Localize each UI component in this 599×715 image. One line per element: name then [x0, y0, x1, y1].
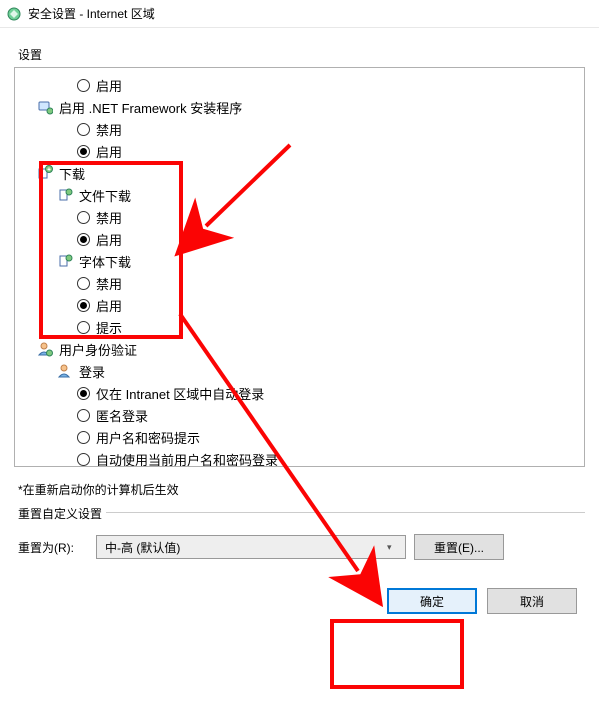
cancel-button[interactable]: 取消 — [487, 588, 577, 614]
reset-label: 重置为(R): — [18, 539, 88, 556]
radio-icon — [77, 299, 90, 312]
tree-cat-auth[interactable]: 用户身份验证 — [19, 338, 580, 360]
annotation-box-ok — [330, 619, 464, 689]
dialog-buttons: 确定 取消 — [14, 570, 585, 618]
file-download-icon — [57, 187, 73, 203]
tree-subcat-font-download[interactable]: 字体下载 — [19, 250, 580, 272]
tree-radio-login-anon[interactable]: 匿名登录 — [19, 404, 580, 426]
tree-cat-netframework[interactable]: 启用 .NET Framework 安装程序 — [19, 96, 580, 118]
radio-icon — [77, 431, 90, 444]
tree-radio-nf-disable[interactable]: 禁用 — [19, 118, 580, 140]
tree-radio-enable-top[interactable]: 启用 — [19, 74, 580, 96]
restart-note: *在重新启动你的计算机后生效 — [14, 467, 585, 502]
radio-icon — [77, 453, 90, 466]
radio-icon — [77, 321, 90, 334]
reset-combo-value: 中-高 (默认值) — [105, 539, 180, 556]
reset-legend: 重置自定义设置 — [14, 505, 106, 522]
radio-label: 用户名和密码提示 — [96, 428, 200, 447]
radio-icon — [77, 233, 90, 246]
radio-label: 仅在 Intranet 区域中自动登录 — [96, 384, 264, 403]
radio-icon — [77, 387, 90, 400]
font-download-icon — [57, 253, 73, 269]
tree-subcat-login[interactable]: 登录 — [19, 360, 580, 382]
radio-label: 匿名登录 — [96, 406, 148, 425]
tree-radio-login-prompt[interactable]: 用户名和密码提示 — [19, 426, 580, 448]
radio-label: 禁用 — [96, 208, 122, 227]
reset-section: 重置自定义设置 重置为(R): 中-高 (默认值) ▾ 重置(E)... — [14, 512, 585, 570]
netframework-icon — [37, 99, 53, 115]
radio-icon — [77, 211, 90, 224]
radio-label: 启用 — [96, 230, 122, 249]
radio-label: 自动使用当前用户名和密码登录 — [96, 450, 278, 468]
tree-radio-file-disable[interactable]: 禁用 — [19, 206, 580, 228]
window-title: 安全设置 - Internet 区域 — [28, 5, 155, 22]
settings-tree[interactable]: 启用 启用 .NET Framework 安装程序 禁用 启用 — [14, 67, 585, 467]
tree-subcat-label: 字体下载 — [79, 252, 131, 271]
radio-icon — [77, 277, 90, 290]
radio-icon — [77, 409, 90, 422]
radio-icon — [77, 123, 90, 136]
radio-label: 提示 — [96, 318, 122, 337]
tree-cat-label: 下载 — [59, 164, 85, 183]
radio-label: 启用 — [96, 142, 122, 161]
tree-radio-login-intranet[interactable]: 仅在 Intranet 区域中自动登录 — [19, 382, 580, 404]
radio-label: 启用 — [96, 76, 122, 95]
radio-label: 启用 — [96, 296, 122, 315]
chevron-down-icon: ▾ — [387, 542, 397, 553]
tree-radio-nf-enable[interactable]: 启用 — [19, 140, 580, 162]
login-icon — [57, 363, 73, 379]
tree-radio-login-auto[interactable]: 自动使用当前用户名和密码登录 — [19, 448, 580, 467]
tree-radio-font-disable[interactable]: 禁用 — [19, 272, 580, 294]
ok-button[interactable]: 确定 — [387, 588, 477, 614]
tree-subcat-label: 登录 — [79, 362, 105, 381]
download-icon — [37, 165, 53, 181]
tree-radio-file-enable[interactable]: 启用 — [19, 228, 580, 250]
reset-combo[interactable]: 中-高 (默认值) ▾ — [96, 535, 406, 559]
titlebar: 安全设置 - Internet 区域 — [0, 0, 599, 28]
reset-button[interactable]: 重置(E)... — [414, 534, 504, 560]
auth-icon — [37, 341, 53, 357]
tree-cat-label: 启用 .NET Framework 安装程序 — [59, 98, 242, 117]
radio-icon — [77, 79, 90, 92]
tree-radio-font-enable[interactable]: 启用 — [19, 294, 580, 316]
tree-cat-label: 用户身份验证 — [59, 340, 137, 359]
tree-subcat-label: 文件下载 — [79, 186, 131, 205]
settings-label: 设置 — [14, 38, 585, 67]
tree-cat-download[interactable]: 下载 — [19, 162, 580, 184]
tree-radio-font-prompt[interactable]: 提示 — [19, 316, 580, 338]
radio-icon — [77, 145, 90, 158]
radio-label: 禁用 — [96, 120, 122, 139]
radio-label: 禁用 — [96, 274, 122, 293]
tree-subcat-file-download[interactable]: 文件下载 — [19, 184, 580, 206]
security-icon — [6, 6, 22, 22]
